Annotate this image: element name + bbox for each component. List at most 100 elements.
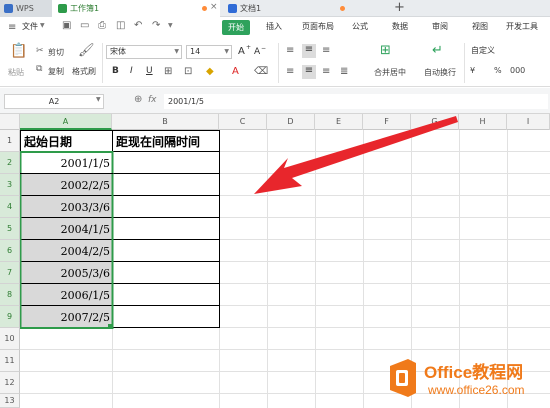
print-preview-icon[interactable]: ◫ [116,20,125,31]
italic-button[interactable]: I [130,66,133,76]
percent-button[interactable]: % [494,66,502,75]
save-icon[interactable]: ▣ [62,20,71,31]
spreadsheet-icon [58,4,67,13]
menu-data[interactable]: 数据 [392,21,408,32]
divider [464,43,465,83]
eraser-icon[interactable]: ⌫ [254,66,268,77]
row-header-13[interactable]: 13 [0,394,20,408]
row-header-12[interactable]: 12 [0,372,20,394]
menu-file[interactable]: 文件 [22,21,38,32]
menu-start[interactable]: 开始 [222,20,250,35]
chevron-down-icon[interactable]: ▼ [40,22,45,29]
auto-wrap-icon[interactable]: ↵ [432,43,443,58]
font-name-value: 宋体 [110,47,126,56]
align-bottom-icon[interactable]: ≡ [322,45,330,56]
name-box[interactable]: A2 [4,94,104,109]
auto-wrap-button[interactable]: 自动换行 [424,67,456,78]
cell-b1[interactable]: 距现在间隔时间 [116,131,219,153]
watermark-url: www.office26.com [428,383,525,397]
menu-review[interactable]: 审阅 [432,21,448,32]
cell-a8[interactable]: 2006/1/5 [21,285,110,307]
new-tab-button[interactable]: + [394,0,405,15]
tab-document[interactable]: 文档1 [222,0,352,17]
paste-label[interactable]: 粘贴 [8,67,24,78]
row-header-8[interactable]: 8 [0,284,20,306]
open-folder-icon[interactable]: ▭ [80,20,89,31]
column-header-i[interactable]: I [507,114,550,130]
scissors-icon[interactable]: ✂ [36,46,44,56]
document-icon [228,4,237,13]
redo-icon[interactable]: ↷ [152,20,160,31]
undo-icon[interactable]: ↶ [134,20,142,31]
column-header-a[interactable]: A [20,114,112,130]
bold-button[interactable]: B [112,66,119,76]
chevron-down-icon: ▼ [174,48,179,55]
row-header-1[interactable]: 1 [0,130,20,152]
shrink-font-button[interactable]: A [254,47,260,57]
chevron-down-icon: ▼ [224,48,229,55]
merge-center-button[interactable]: 合并居中 [374,67,406,78]
cell-a5[interactable]: 2004/1/5 [21,219,110,241]
grow-font-button[interactable]: A [238,46,245,57]
cell-a7[interactable]: 2005/3/6 [21,263,110,285]
copy-icon[interactable]: ⧉ [36,64,42,74]
cell-a9[interactable]: 2007/2/5 [21,307,110,329]
cell-a2[interactable]: 2001/1/5 [21,153,110,175]
watermark: Office教程网 www.office26.com [386,356,550,408]
cell-a1[interactable]: 起始日期 [24,131,110,153]
thousands-button[interactable]: 000 [510,66,525,75]
font-size-select[interactable]: 14 ▼ [186,45,232,59]
justify-icon[interactable]: ≣ [340,66,348,77]
cell-a3[interactable]: 2002/2/5 [21,175,110,197]
row-header-11[interactable]: 11 [0,350,20,372]
format-painter-button[interactable]: 格式刷 [72,66,96,77]
cell-a4[interactable]: 2003/3/6 [21,197,110,219]
menu-insert[interactable]: 插入 [266,21,282,32]
column-header-h[interactable]: H [459,114,507,130]
cell-a6[interactable]: 2004/2/5 [21,241,110,263]
merge-center-icon[interactable]: ⊞ [380,43,391,58]
merge-cells-icon[interactable]: ⊡ [184,66,192,77]
cut-button[interactable]: 剪切 [48,47,64,58]
fill-color-icon[interactable]: ◆ [206,66,214,77]
align-center-icon[interactable]: ≡ [302,65,316,79]
chevron-down-icon[interactable]: ▼ [96,96,101,103]
formula-input[interactable]: 2001/1/5 [164,94,548,109]
format-painter-icon[interactable]: 🖌 [78,43,95,58]
menu-dev-tools[interactable]: 开发工具 [506,21,538,32]
align-left-icon[interactable]: ≡ [286,66,294,77]
row-header-5[interactable]: 5 [0,218,20,240]
row-header-3[interactable]: 3 [0,174,20,196]
row-header-7[interactable]: 7 [0,262,20,284]
font-color-icon[interactable]: A [232,66,239,77]
font-name-select[interactable]: 宋体 ▼ [106,45,182,59]
row-header-10[interactable]: 10 [0,328,20,350]
chevron-down-icon[interactable]: ▼ [168,22,173,29]
column-header-b[interactable]: B [112,114,219,130]
row-header-6[interactable]: 6 [0,240,20,262]
border-icon[interactable]: ⊞ [164,66,172,77]
fx-icon[interactable]: fx [148,95,157,105]
copy-button[interactable]: 复制 [48,66,64,77]
select-all-corner[interactable] [0,114,20,130]
align-middle-icon[interactable]: ≡ [302,44,316,58]
tab-workbook[interactable]: 工作簿1 × [52,0,220,17]
tab-wps[interactable]: WPS [0,0,52,17]
row-header-2[interactable]: 2 [0,152,20,174]
paste-icon[interactable]: 📋 [10,43,27,59]
hamburger-menu-icon[interactable]: ≡ [8,22,16,33]
align-top-icon[interactable]: ≡ [286,45,294,56]
align-right-icon[interactable]: ≡ [322,66,330,77]
underline-button[interactable]: U [146,66,153,76]
zoom-icon[interactable]: ⊕ [134,94,142,105]
tab-wps-label: WPS [16,4,34,13]
menu-view[interactable]: 视图 [472,21,488,32]
close-tab-icon[interactable]: × [210,2,218,12]
menu-formula[interactable]: 公式 [352,21,368,32]
row-header-9[interactable]: 9 [0,306,20,328]
number-format-select[interactable]: 自定义 [468,45,548,59]
menu-page-layout[interactable]: 页面布局 [302,21,334,32]
currency-button[interactable]: ¥ [470,66,475,75]
row-header-4[interactable]: 4 [0,196,20,218]
print-icon[interactable]: ⎙ [98,20,106,31]
